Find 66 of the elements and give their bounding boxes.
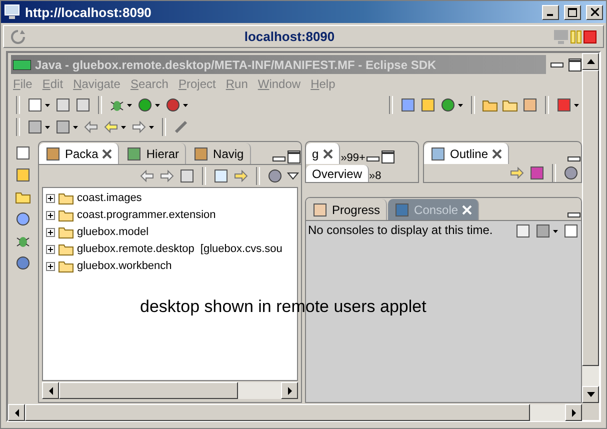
scroll-left-button[interactable] (42, 382, 59, 399)
scroll-right-button[interactable] (565, 404, 582, 421)
minimize-icon[interactable] (272, 154, 286, 164)
project-name[interactable]: gluebox.remote.desktop (77, 243, 194, 255)
more-tabs-count[interactable]: »99+ (340, 152, 366, 164)
minimize-icon[interactable] (366, 154, 380, 164)
eclipse-title: Java - gluebox.remote.desktop/META-INF/MANIFEST.MF - Eclipse SDK (35, 58, 438, 72)
up-arrow-icon (586, 58, 594, 66)
scroll-down-button[interactable] (582, 386, 599, 403)
back-icon[interactable] (139, 168, 155, 184)
project-name[interactable]: coast.images (77, 192, 142, 204)
maximize-icon[interactable] (381, 150, 396, 164)
project-decoration: [gluebox.cvs.sou (200, 243, 282, 255)
overview-tab[interactable]: Overview (306, 165, 370, 182)
stop-icon[interactable] (583, 30, 597, 44)
close-icon[interactable] (322, 148, 333, 158)
close-button[interactable] (586, 4, 603, 20)
forward-arrow-icon[interactable] (131, 119, 155, 135)
scroll-left-button[interactable] (8, 404, 25, 421)
minimize-icon[interactable] (567, 210, 581, 220)
run-icon[interactable] (137, 97, 161, 113)
back-arrow-icon[interactable] (103, 119, 127, 135)
maximize-icon (568, 8, 577, 16)
scroll-right-button[interactable] (281, 382, 298, 399)
left-arrow-icon (12, 408, 20, 416)
close-icon[interactable] (102, 148, 112, 158)
caption: desktop shown in remote users applet (140, 297, 426, 317)
minimize-icon[interactable] (567, 154, 581, 164)
expand-icon[interactable] (46, 210, 55, 220)
link-icon[interactable] (509, 165, 525, 181)
down-arrow-icon (586, 390, 594, 398)
close-icon (590, 8, 598, 16)
project-name[interactable]: gluebox.workbench (77, 260, 172, 272)
right-arrow-icon (570, 408, 578, 416)
expand-icon[interactable] (46, 194, 55, 202)
minimize-icon[interactable] (550, 60, 564, 70)
stop-icon[interactable] (556, 97, 580, 113)
expand-icon[interactable] (46, 228, 55, 236)
maximize-icon[interactable] (568, 58, 582, 72)
forward-icon[interactable] (159, 168, 175, 184)
link-icon[interactable] (233, 168, 249, 184)
editor-tab[interactable]: g (306, 143, 340, 164)
close-icon[interactable] (492, 148, 502, 158)
horizontal-scrollbar[interactable] (42, 381, 298, 399)
applet-title: localhost:8090 (243, 29, 336, 44)
right-arrow-icon (286, 386, 294, 394)
view-tab[interactable]: Packa (39, 143, 120, 164)
maximize-button[interactable] (564, 4, 581, 20)
eclipse-icon (13, 60, 31, 70)
left-arrow-icon (46, 386, 54, 394)
back-icon[interactable] (83, 119, 99, 135)
expand-icon[interactable] (46, 262, 55, 270)
view-tab[interactable]: Outline (424, 143, 510, 164)
monitor-icon (4, 4, 20, 20)
window-title: http://localhost:8090 (25, 4, 152, 20)
maximize-icon[interactable] (287, 150, 301, 164)
horizontal-scrollbar[interactable] (8, 403, 582, 421)
project-name[interactable]: gluebox.model (77, 226, 149, 238)
console-message: No consoles to display at this time. (308, 223, 494, 237)
view-menu-icon[interactable] (287, 170, 299, 182)
vertical-scrollbar[interactable] (582, 53, 599, 403)
more-tabs-count[interactable]: »8 (369, 170, 382, 182)
project-name[interactable]: coast.programmer.extension (77, 209, 216, 221)
scroll-up-button[interactable] (582, 53, 599, 70)
expand-icon[interactable] (46, 244, 55, 254)
minimize-button[interactable] (542, 4, 559, 20)
